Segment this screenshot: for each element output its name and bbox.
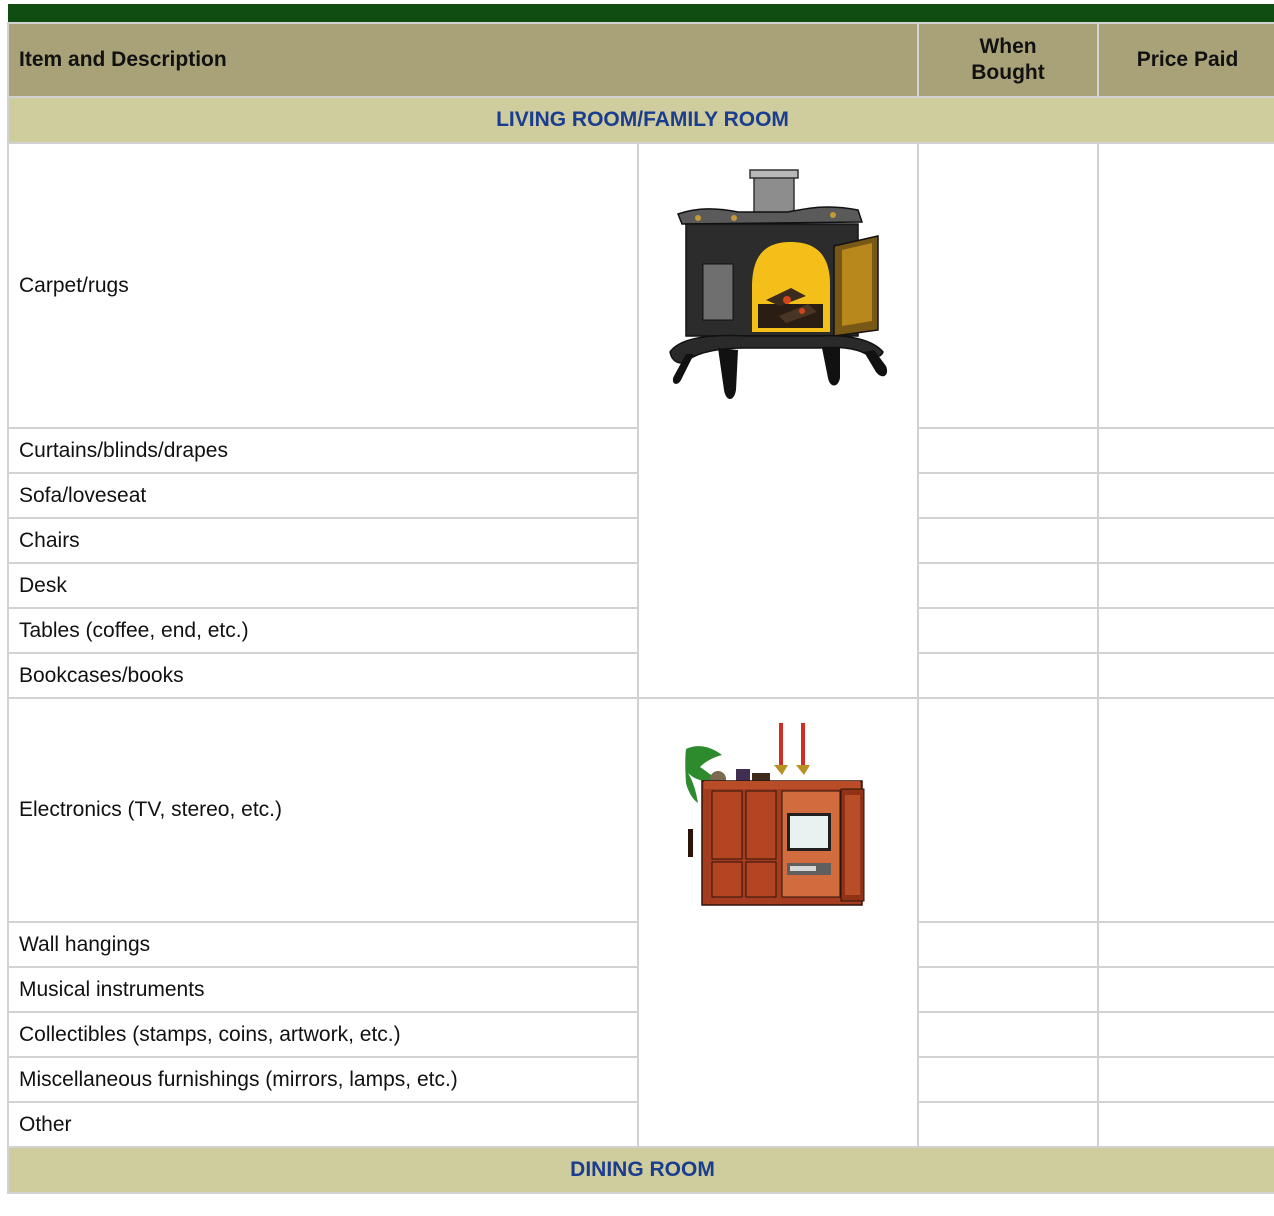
header-price-paid: Price Paid [1097,22,1274,98]
when-bought-cell[interactable] [917,562,1100,609]
when-bought-cell[interactable] [917,966,1100,1013]
price-paid-cell[interactable] [1097,1056,1274,1103]
item-label: Chairs [7,517,639,564]
section-title-living: LIVING ROOM/FAMILY ROOM [6,96,1274,144]
stove-image-cell [636,142,920,699]
price-paid-cell[interactable] [1097,427,1274,474]
header-when-line1: When [979,35,1037,58]
when-bought-cell[interactable] [917,652,1100,699]
item-label: Curtains/blinds/drapes [7,427,639,474]
price-paid-cell[interactable] [1097,921,1274,968]
price-paid-cell[interactable] [1097,1101,1274,1148]
table-row: Electronics (TV, stereo, etc.) [7,697,1274,1148]
price-paid-cell[interactable] [1097,652,1274,699]
item-label: Tables (coffee, end, etc.) [7,607,639,654]
when-bought-cell[interactable] [917,697,1100,923]
when-bought-cell[interactable] [917,1011,1100,1058]
item-label: Miscellaneous furnishings (mirrors, lamp… [7,1056,639,1103]
price-paid-cell[interactable] [1097,472,1274,519]
item-label: Desk [7,562,639,609]
wood-stove-illustration [658,152,898,422]
item-label: Musical instruments [7,966,639,1013]
inventory-table: Item and Description When Bought Price P… [6,22,1274,1194]
price-paid-cell[interactable] [1097,966,1274,1013]
item-label: Carpet/rugs [7,142,639,429]
price-paid-cell[interactable] [1097,697,1274,923]
when-bought-cell[interactable] [917,607,1100,654]
item-label: Bookcases/books [7,652,639,699]
section-title-dining: DINING ROOM [6,1146,1274,1194]
when-bought-cell[interactable] [917,1101,1100,1148]
when-bought-cell[interactable] [917,1056,1100,1103]
header-row: Item and Description When Bought Price P… [6,22,1274,98]
item-label: Wall hangings [7,921,639,968]
entertainment-cabinet-illustration [678,709,878,914]
header-when-line2: Bought [971,61,1045,84]
when-bought-cell[interactable] [917,472,1100,519]
when-bought-cell[interactable] [917,142,1100,429]
price-paid-cell[interactable] [1097,562,1274,609]
price-paid-cell[interactable] [1097,607,1274,654]
price-paid-cell[interactable] [1097,1011,1274,1058]
section-row-dining: DINING ROOM [6,1146,1274,1194]
when-bought-cell[interactable] [917,427,1100,474]
when-bought-cell[interactable] [917,517,1100,564]
item-label: Other [7,1101,639,1148]
table-row: Carpet/rugs [7,142,1274,699]
cabinet-image-cell [636,697,920,1148]
price-paid-cell[interactable] [1097,142,1274,429]
item-label: Sofa/loveseat [7,472,639,519]
item-label: Collectibles (stamps, coins, artwork, et… [7,1011,639,1058]
top-bar [8,4,1274,22]
when-bought-cell[interactable] [917,921,1100,968]
item-label: Electronics (TV, stereo, etc.) [7,697,639,923]
header-item-description: Item and Description [6,22,920,98]
price-paid-cell[interactable] [1097,517,1274,564]
header-when-bought: When Bought [917,22,1100,98]
section-row-living: LIVING ROOM/FAMILY ROOM [6,96,1274,144]
